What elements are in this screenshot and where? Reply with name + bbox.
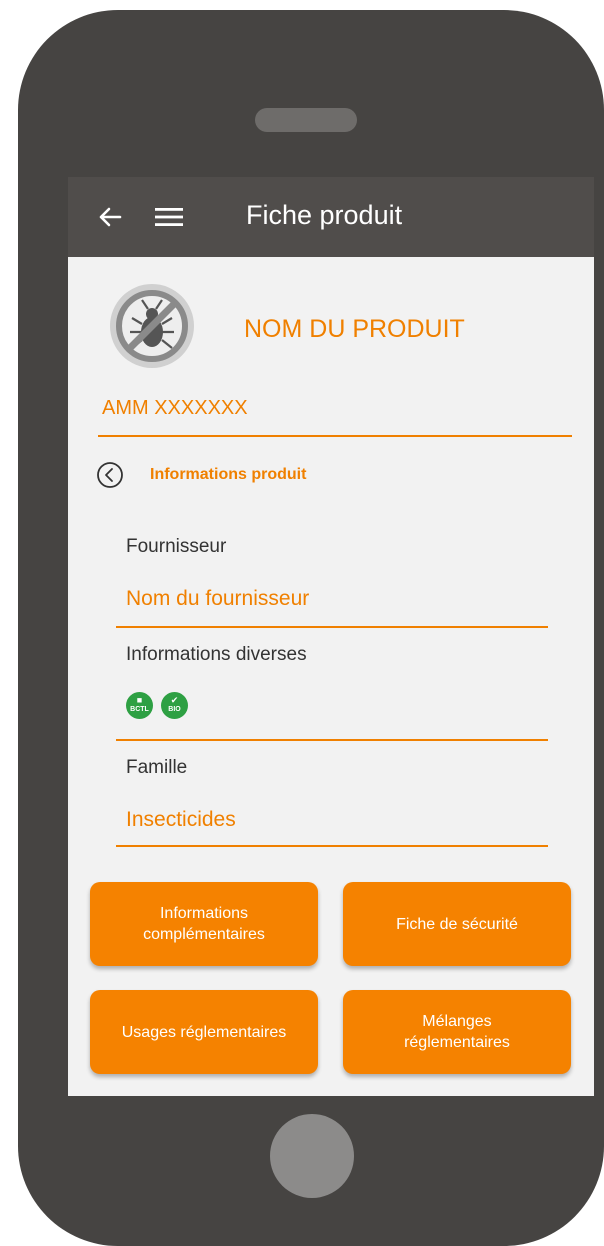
page-title: Fiche produit: [246, 200, 403, 230]
divider: [116, 845, 548, 847]
no-insect-icon: [110, 284, 194, 368]
safety-sheet-button[interactable]: Fiche de sécurité: [343, 882, 571, 966]
app-screen: Fiche produit NOM DU PRODUIT AMM XXXXXXX…: [68, 177, 594, 1096]
phone-speaker: [255, 108, 357, 132]
divider: [98, 435, 572, 437]
phone-home-button[interactable]: [270, 1114, 354, 1198]
app-bar: Fiche produit: [68, 177, 594, 257]
organic-badge-text: BIO: [168, 706, 181, 713]
product-name: NOM DU PRODUIT: [244, 315, 465, 343]
section-title: Informations produit: [150, 466, 307, 483]
family-label: Famille: [126, 757, 188, 778]
hamburger-menu-icon[interactable]: [154, 203, 184, 231]
biocontrol-badge-icon: ■ BCTL: [126, 692, 153, 719]
circle-chevron-left-icon[interactable]: [96, 461, 124, 489]
divider: [116, 626, 548, 628]
misc-info-label: Informations diverses: [126, 644, 307, 665]
divider: [116, 739, 548, 741]
arrow-left-icon[interactable]: [96, 203, 124, 231]
organic-badge-icon: ✔ BIO: [161, 692, 188, 719]
regulatory-uses-button[interactable]: Usages réglementaires: [90, 990, 318, 1074]
biocontrol-badge-text: BCTL: [130, 706, 149, 713]
family-value: Insecticides: [126, 808, 236, 831]
amm-number: AMM XXXXXXX: [102, 397, 248, 419]
regulatory-mixtures-button[interactable]: Mélanges réglementaires: [343, 990, 571, 1074]
phone-frame: Fiche produit NOM DU PRODUIT AMM XXXXXXX…: [18, 10, 604, 1246]
complementary-info-button[interactable]: Informations complémentaires: [90, 882, 318, 966]
supplier-label: Fournisseur: [126, 536, 227, 557]
supplier-value: Nom du fournisseur: [126, 587, 310, 610]
